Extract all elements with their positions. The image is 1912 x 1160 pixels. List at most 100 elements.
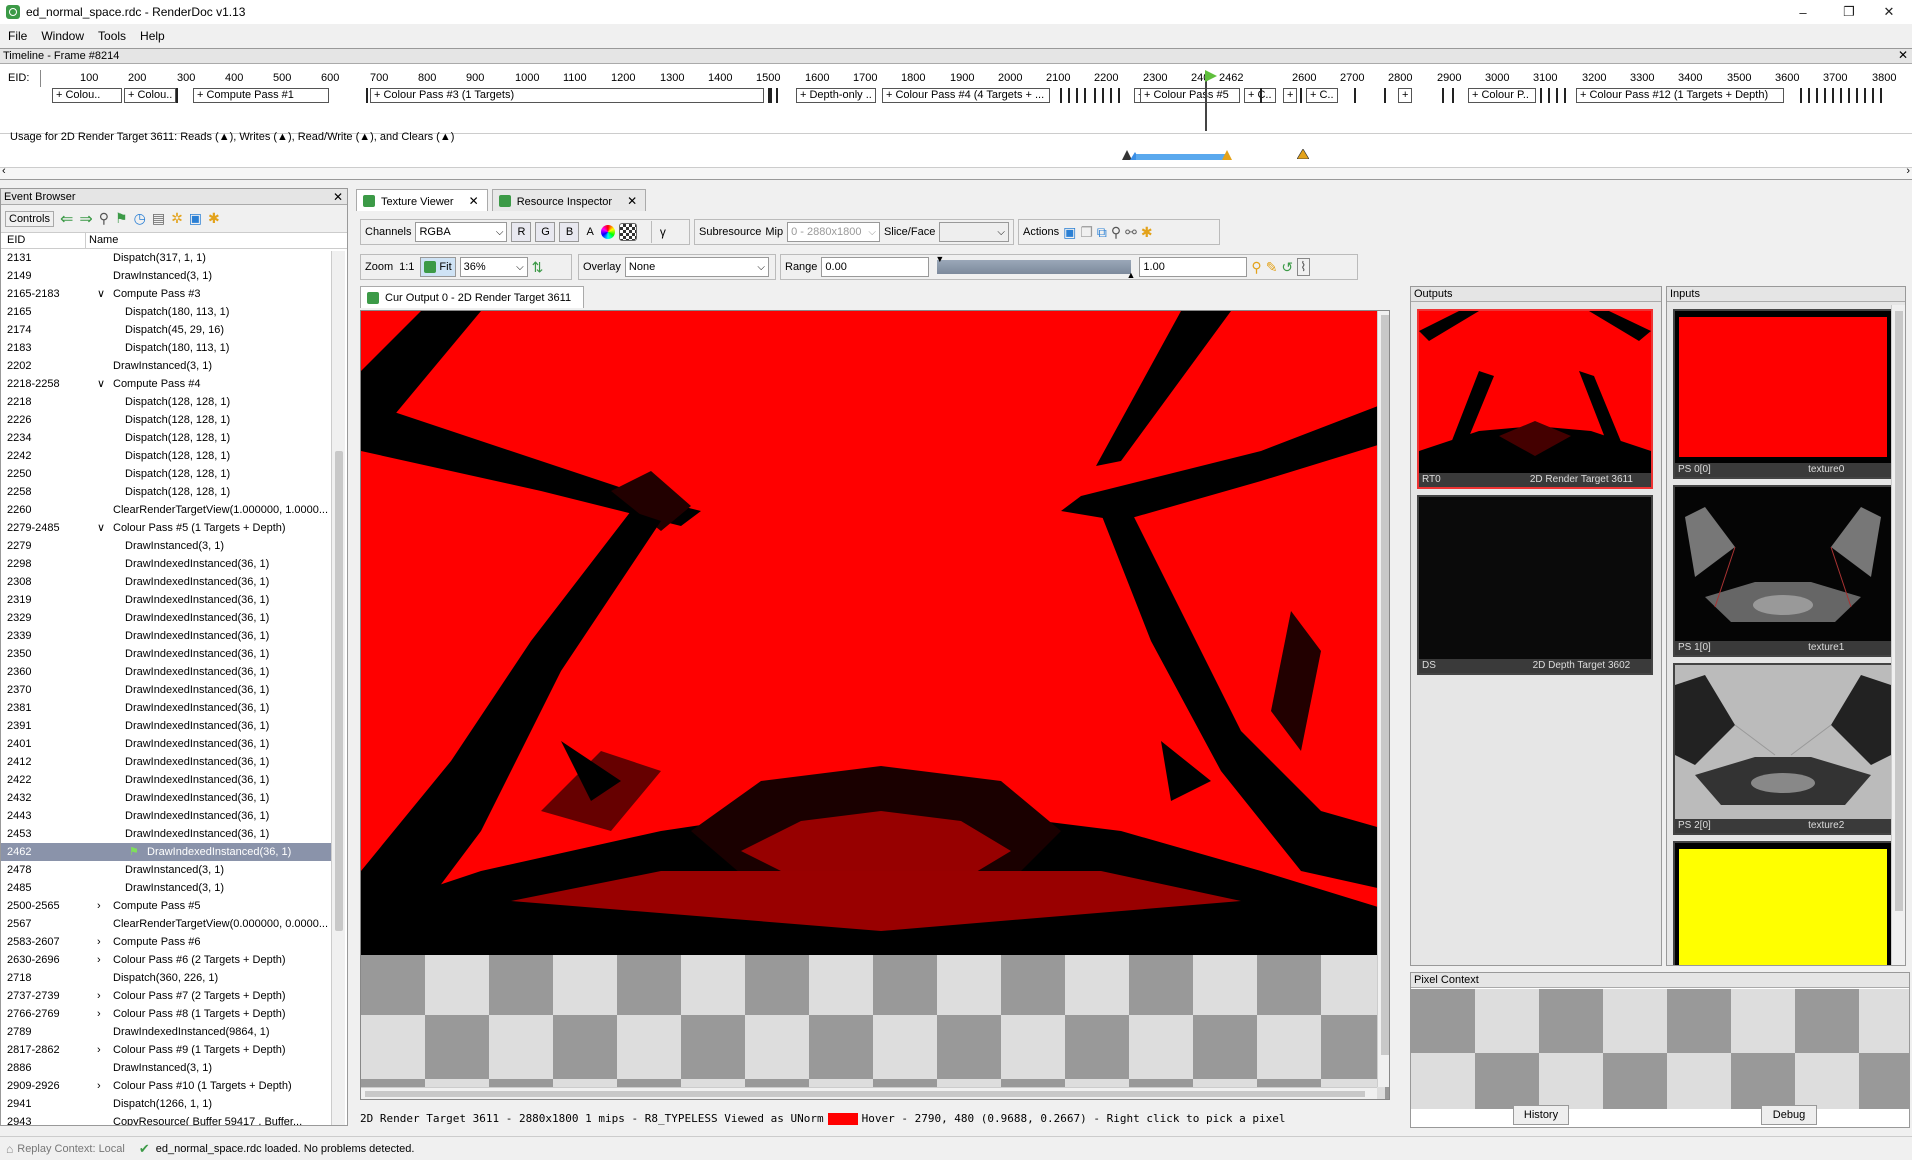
alpha-channel-toggle[interactable]: A	[583, 226, 596, 238]
back-arrow-icon[interactable]: ⇐	[60, 209, 73, 229]
event-row[interactable]: 2500-2565 › Compute Pass #5	[1, 897, 331, 915]
expand-chevron-right-icon[interactable]: ›	[97, 951, 101, 969]
slice-face-select[interactable]: ⌵	[939, 222, 1009, 242]
timeline-pass[interactable]: + Depth-only ..	[796, 88, 876, 103]
event-row[interactable]: 2183 Dispatch(180, 113, 1)	[1, 339, 331, 357]
event-row[interactable]: 2485 DrawInstanced(3, 1)	[1, 879, 331, 897]
event-row[interactable]: 2202 DrawInstanced(3, 1)	[1, 357, 331, 375]
menu-tools[interactable]: Tools	[98, 29, 126, 43]
channels-select[interactable]: RGBA ⌵	[415, 222, 508, 242]
settings-icon[interactable]: ✱	[1141, 224, 1153, 241]
event-row[interactable]: 2443 DrawIndexedInstanced(36, 1)	[1, 807, 331, 825]
input-thumb-texture1[interactable]: PS 1[0] texture1	[1673, 485, 1893, 657]
timeline-pass[interactable]: + Compute Pass #1	[193, 88, 329, 103]
event-row[interactable]: 2583-2607 › Compute Pass #6	[1, 933, 331, 951]
menu-file[interactable]: File	[8, 29, 27, 43]
timeline-close-icon[interactable]: ✕	[1898, 48, 1908, 62]
timeline-pass[interactable]: + Colour Pass #5	[1140, 88, 1240, 103]
link-icon[interactable]: ⚯	[1125, 224, 1137, 241]
timeline-event-bar[interactable]	[366, 88, 368, 103]
timeline-event-bar[interactable]	[1300, 88, 1302, 103]
event-row[interactable]: 2462 ⚑ DrawIndexedInstanced(36, 1)	[1, 843, 331, 861]
timeline-event-bar[interactable]	[1832, 88, 1834, 103]
timeline-pass[interactable]: + Colour Pass #4 (4 Targets + ...	[882, 88, 1050, 103]
viewport-hscroll[interactable]	[361, 1087, 1377, 1099]
zoom-range-icon[interactable]: ⚲	[1251, 259, 1261, 276]
scroll-left-icon[interactable]: ‹	[2, 165, 6, 177]
input-thumb-texture0[interactable]: PS 0[0] texture0	[1673, 309, 1893, 479]
green-channel-toggle[interactable]: G	[535, 222, 556, 242]
event-row[interactable]: 2339 DrawIndexedInstanced(36, 1)	[1, 627, 331, 645]
auto-fit-icon[interactable]: ✎	[1266, 259, 1278, 276]
timeline-event-bar[interactable]	[1068, 88, 1070, 103]
expand-chevron-right-icon[interactable]: ›	[97, 1041, 101, 1059]
event-row[interactable]: 2165-2183 ∨ Compute Pass #3	[1, 285, 331, 303]
replay-context-label[interactable]: Replay Context: Local	[17, 1143, 125, 1155]
timeline-pass[interactable]: + Colour Pass #3 (1 Targets)	[370, 88, 764, 103]
close-tab-icon[interactable]: ✕	[627, 194, 637, 208]
zoom-1-1-button[interactable]: 1:1	[397, 261, 416, 273]
output-thumb-ds[interactable]: DS 2D Depth Target 3602	[1417, 495, 1653, 675]
timeline-event-bar[interactable]	[1556, 88, 1558, 103]
event-row[interactable]: 2941 Dispatch(1266, 1, 1)	[1, 1095, 331, 1113]
event-browser-close-icon[interactable]: ✕	[333, 190, 343, 204]
timeline-event-bar[interactable]	[1816, 88, 1818, 103]
event-row[interactable]: 2218-2258 ∨ Compute Pass #4	[1, 375, 331, 393]
event-row[interactable]: 2131 Dispatch(317, 1, 1)	[1, 249, 331, 267]
event-row[interactable]: 2567 ClearRenderTargetView(0.000000, 0.00…	[1, 915, 331, 933]
colorize-icon[interactable]: ✱	[208, 210, 220, 227]
inputs-scrollbar[interactable]	[1891, 305, 1905, 965]
event-row[interactable]: 2250 Dispatch(128, 128, 1)	[1, 465, 331, 483]
expand-chevron-down-icon[interactable]: ∨	[97, 519, 105, 537]
input-thumb-texture3[interactable]	[1673, 841, 1893, 965]
event-row[interactable]: 2218 Dispatch(128, 128, 1)	[1, 393, 331, 411]
tab-resource-inspector[interactable]: Resource Inspector ✕	[491, 189, 647, 211]
timeline-event-bar[interactable]	[1548, 88, 1550, 103]
event-row[interactable]: 2242 Dispatch(128, 128, 1)	[1, 447, 331, 465]
expand-chevron-right-icon[interactable]: ›	[97, 897, 101, 915]
menu-help[interactable]: Help	[140, 29, 165, 43]
expand-chevron-down-icon[interactable]: ∨	[97, 375, 105, 393]
event-row[interactable]: 2718 Dispatch(360, 226, 1)	[1, 969, 331, 987]
overlay-select[interactable]: None ⌵	[624, 257, 769, 277]
output-thumb-rt0[interactable]: RT0 2D Render Target 3611	[1417, 309, 1653, 489]
expand-chevron-right-icon[interactable]: ›	[97, 933, 101, 951]
timeline-event-bar[interactable]	[1384, 88, 1386, 103]
expand-chevron-right-icon[interactable]: ›	[97, 1005, 101, 1023]
timeline-event-bar[interactable]	[1076, 88, 1078, 103]
save-icon[interactable]: ▣	[189, 210, 202, 227]
debug-button[interactable]: Debug	[1761, 1105, 1817, 1125]
input-thumb-texture2[interactable]: PS 2[0] texture2	[1673, 663, 1893, 835]
save-texture-icon[interactable]: ▣	[1063, 224, 1076, 241]
event-row[interactable]: 2258 Dispatch(128, 128, 1)	[1, 483, 331, 501]
open-in-tab-icon[interactable]: ⧉	[1097, 224, 1107, 241]
event-row[interactable]: 2909-2926 › Colour Pass #10 (1 Targets + D…	[1, 1077, 331, 1095]
expand-chevron-down-icon[interactable]: ∨	[97, 285, 105, 303]
copy-icon[interactable]: ❐	[1080, 224, 1093, 241]
scroll-right-icon[interactable]: ›	[1906, 165, 1910, 177]
event-row[interactable]: 2174 Dispatch(45, 29, 16)	[1, 321, 331, 339]
event-row[interactable]: 2453 DrawIndexedInstanced(36, 1)	[1, 825, 331, 843]
timeline-event-bar[interactable]	[1260, 88, 1262, 103]
range-max-handle-icon[interactable]: ▲	[1127, 270, 1136, 280]
timeline-event-bar[interactable]	[1118, 88, 1120, 103]
timeline-event-bar[interactable]	[776, 88, 778, 103]
timeline-pass[interactable]: + Colour Pass #12 (1 Targets + Depth)	[1576, 88, 1784, 103]
tab-texture-viewer[interactable]: Texture Viewer ✕	[356, 189, 488, 211]
event-row[interactable]: 2234 Dispatch(128, 128, 1)	[1, 429, 331, 447]
settings-gear-icon[interactable]: ✲	[171, 210, 183, 227]
expand-chevron-right-icon[interactable]: ›	[97, 1077, 101, 1095]
col-eid-header[interactable]: EID	[7, 234, 25, 246]
fit-button[interactable]: Fit	[420, 257, 456, 277]
timeline-event-bar[interactable]	[1442, 88, 1444, 103]
timeline-event-bar[interactable]	[1084, 88, 1086, 103]
timeline-event-bar[interactable]	[1808, 88, 1810, 103]
event-row[interactable]: 2381 DrawIndexedInstanced(36, 1)	[1, 699, 331, 717]
event-row[interactable]: 2886 DrawInstanced(3, 1)	[1, 1059, 331, 1077]
timeline-event-bar[interactable]	[176, 88, 178, 103]
texture-viewport[interactable]	[360, 310, 1390, 1100]
timeline-event-bar[interactable]	[770, 88, 772, 103]
timeline-pass[interactable]: + Colou..	[124, 88, 176, 103]
timeline-event-bar[interactable]	[1800, 88, 1802, 103]
reset-range-icon[interactable]: ↺	[1281, 259, 1293, 276]
